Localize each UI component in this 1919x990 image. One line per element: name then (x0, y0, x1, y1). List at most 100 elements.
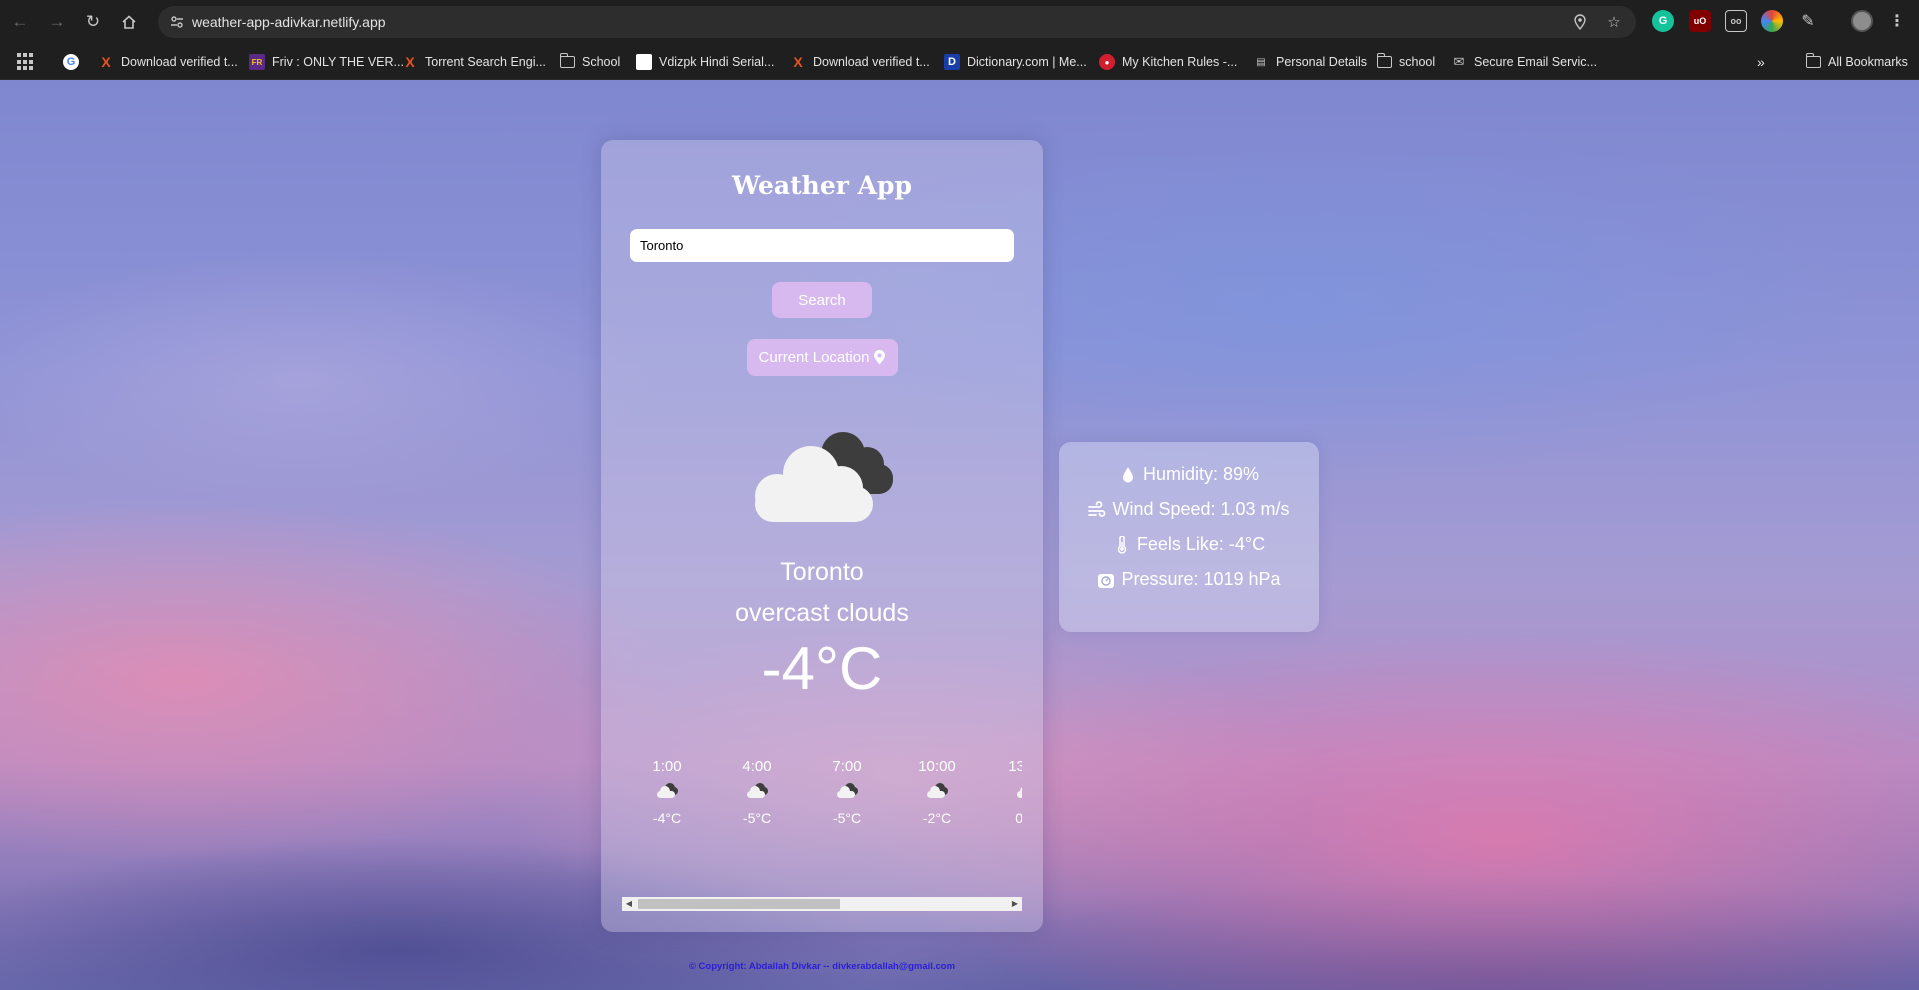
friv-icon: FR (249, 54, 265, 70)
kitchen-icon: ● (1099, 54, 1115, 70)
bookmark-item[interactable]: ● My Kitchen Rules -... (1099, 52, 1237, 72)
bookmarks-bar: G X Download verified t... FR Friv : ONL… (0, 44, 1919, 80)
location-permission-icon[interactable] (1570, 12, 1590, 32)
url-text[interactable]: weather-app-adivkar.netlify.app (192, 14, 386, 30)
all-bookmarks-label: All Bookmarks (1828, 55, 1908, 69)
bookmark-item[interactable]: X Download verified t... (98, 52, 238, 72)
copyright-footer: © Copyright: Abdallah Divkar -- divkerab… (688, 961, 956, 972)
folder-icon (559, 53, 575, 68)
extension-icon[interactable]: oo (1725, 10, 1747, 32)
site-info-icon[interactable] (168, 13, 186, 31)
weather-details-card: Humidity: 89% Wind Speed: 1.03 m/s Feels… (1059, 442, 1319, 632)
current-location-label: Current Location (758, 349, 870, 366)
wind-speed-value: Wind Speed: 1.03 m/s (1112, 499, 1290, 519)
form-icon: ▤ (1256, 56, 1266, 68)
bookmark-label: Torrent Search Engi... (425, 55, 546, 69)
city-name: Toronto (780, 558, 864, 586)
wind-icon (1088, 500, 1106, 517)
search-button[interactable]: Search (772, 282, 872, 318)
hourly-time: 4:00 (742, 758, 772, 775)
current-temperature: -4°C (761, 635, 883, 702)
grammarly-icon[interactable]: G (1652, 10, 1674, 32)
bookmark-item[interactable]: Vdizpk Hindi Serial... (636, 52, 774, 72)
all-bookmarks-folder[interactable]: All Bookmarks (1805, 52, 1908, 72)
water-drop-icon (1122, 466, 1133, 482)
folder-icon (1376, 53, 1392, 68)
browser-toolbar: ← → ↻ weather-app-adivkar.netlify.app ☆ … (0, 0, 1919, 44)
bookmark-label: My Kitchen Rules -... (1122, 55, 1238, 69)
thermometer-icon (1117, 535, 1127, 554)
pressure-row: Pressure: 1019 hPa (1059, 569, 1319, 590)
google-icon: G (63, 54, 79, 70)
overcast-clouds-icon (657, 783, 678, 798)
overcast-clouds-icon (1017, 787, 1022, 798)
x-logo-icon: X (793, 54, 803, 70)
menu-kebab-icon[interactable]: ⋮ (1886, 10, 1908, 32)
address-bar[interactable]: weather-app-adivkar.netlify.app ☆ (158, 6, 1636, 38)
humidity-row: Humidity: 89% (1059, 464, 1319, 485)
hourly-item: 4:00 -5°C (712, 758, 802, 826)
gauge-icon (1098, 573, 1115, 588)
bookmark-google[interactable]: G (63, 52, 79, 72)
forward-icon[interactable]: → (43, 8, 71, 36)
hourly-time: 13:00 (1008, 758, 1022, 775)
apps-grid-icon[interactable] (17, 53, 35, 71)
home-icon[interactable] (115, 8, 143, 36)
hourly-time: 7:00 (832, 758, 862, 775)
hourly-temp: 0°C (1015, 810, 1022, 826)
page-background: Weather App Search Current Location (0, 80, 1919, 990)
feels-like-row: Feels Like: -4°C (1059, 534, 1319, 555)
hourly-temp: -5°C (832, 810, 862, 826)
bookmark-label: Download verified t... (813, 55, 930, 69)
bookmark-label: Secure Email Servic... (1474, 55, 1597, 69)
hourly-scrollbar[interactable]: ◀ ▶ (622, 897, 1022, 911)
more-bookmarks-chevron-icon[interactable]: » (1757, 52, 1765, 72)
overcast-clouds-icon (927, 783, 948, 798)
bookmark-item[interactable]: FR Friv : ONLY THE VER... (249, 52, 404, 72)
weather-card: Weather App Search Current Location (601, 140, 1043, 972)
scroll-left-arrow-icon[interactable]: ◀ (625, 900, 633, 908)
puzzle-extensions-icon[interactable]: ✎ (1797, 10, 1819, 32)
bookmark-label: Friv : ONLY THE VER... (272, 55, 404, 69)
current-location-button[interactable]: Current Location (747, 339, 898, 376)
bookmark-label: Download verified t... (121, 55, 238, 69)
bookmark-folder[interactable]: school (1376, 52, 1435, 72)
page-icon (636, 54, 652, 70)
hourly-item: 10:00 -2°C (892, 758, 982, 826)
hourly-time: 10:00 (918, 758, 956, 775)
overcast-clouds-icon (747, 783, 768, 798)
hourly-item: 13:00 0°C (982, 758, 1022, 826)
ublock-icon[interactable]: uO (1689, 10, 1711, 32)
bookmark-label: School (582, 55, 621, 69)
x-logo-icon: X (405, 54, 415, 70)
dictionary-icon: D (944, 54, 960, 70)
bookmark-star-icon[interactable]: ☆ (1604, 12, 1624, 32)
hourly-temp: -5°C (742, 810, 772, 826)
bookmark-folder[interactable]: School (559, 52, 621, 72)
bookmark-label: Dictionary.com | Me... (967, 55, 1087, 69)
bookmark-item[interactable]: X Download verified t... (790, 52, 930, 72)
reload-icon[interactable]: ↻ (79, 8, 107, 36)
mail-icon: ✉ (1453, 54, 1465, 69)
weather-description: overcast clouds (735, 599, 909, 627)
hourly-item: 7:00 -5°C (802, 758, 892, 826)
x-logo-icon: X (101, 54, 111, 70)
city-search-input[interactable] (630, 229, 1014, 262)
bookmark-item[interactable]: ✉ Secure Email Servic... (1451, 52, 1597, 72)
overcast-clouds-icon (837, 783, 858, 798)
bookmark-item[interactable]: ▤ Personal Details (1253, 52, 1367, 72)
profile-avatar-icon[interactable] (1851, 10, 1873, 32)
scrollbar-thumb[interactable] (638, 899, 840, 909)
color-picker-icon[interactable] (1761, 10, 1783, 32)
back-icon[interactable]: ← (6, 8, 34, 36)
hourly-item: 1:00 -4°C (622, 758, 712, 826)
hourly-temp: -2°C (922, 810, 952, 826)
scroll-right-arrow-icon[interactable]: ▶ (1011, 900, 1019, 908)
bookmark-label: Vdizpk Hindi Serial... (659, 55, 775, 69)
hourly-forecast[interactable]: 1:00 -4°C 4:00 -5°C 7:00 -5°C 10:00 -2°C… (622, 758, 1022, 848)
bookmark-item[interactable]: X Torrent Search Engi... (402, 52, 546, 72)
wind-row: Wind Speed: 1.03 m/s (1059, 499, 1319, 520)
map-pin-icon (874, 350, 886, 365)
bookmark-item[interactable]: D Dictionary.com | Me... (944, 52, 1087, 72)
pressure-value: Pressure: 1019 hPa (1121, 569, 1281, 589)
